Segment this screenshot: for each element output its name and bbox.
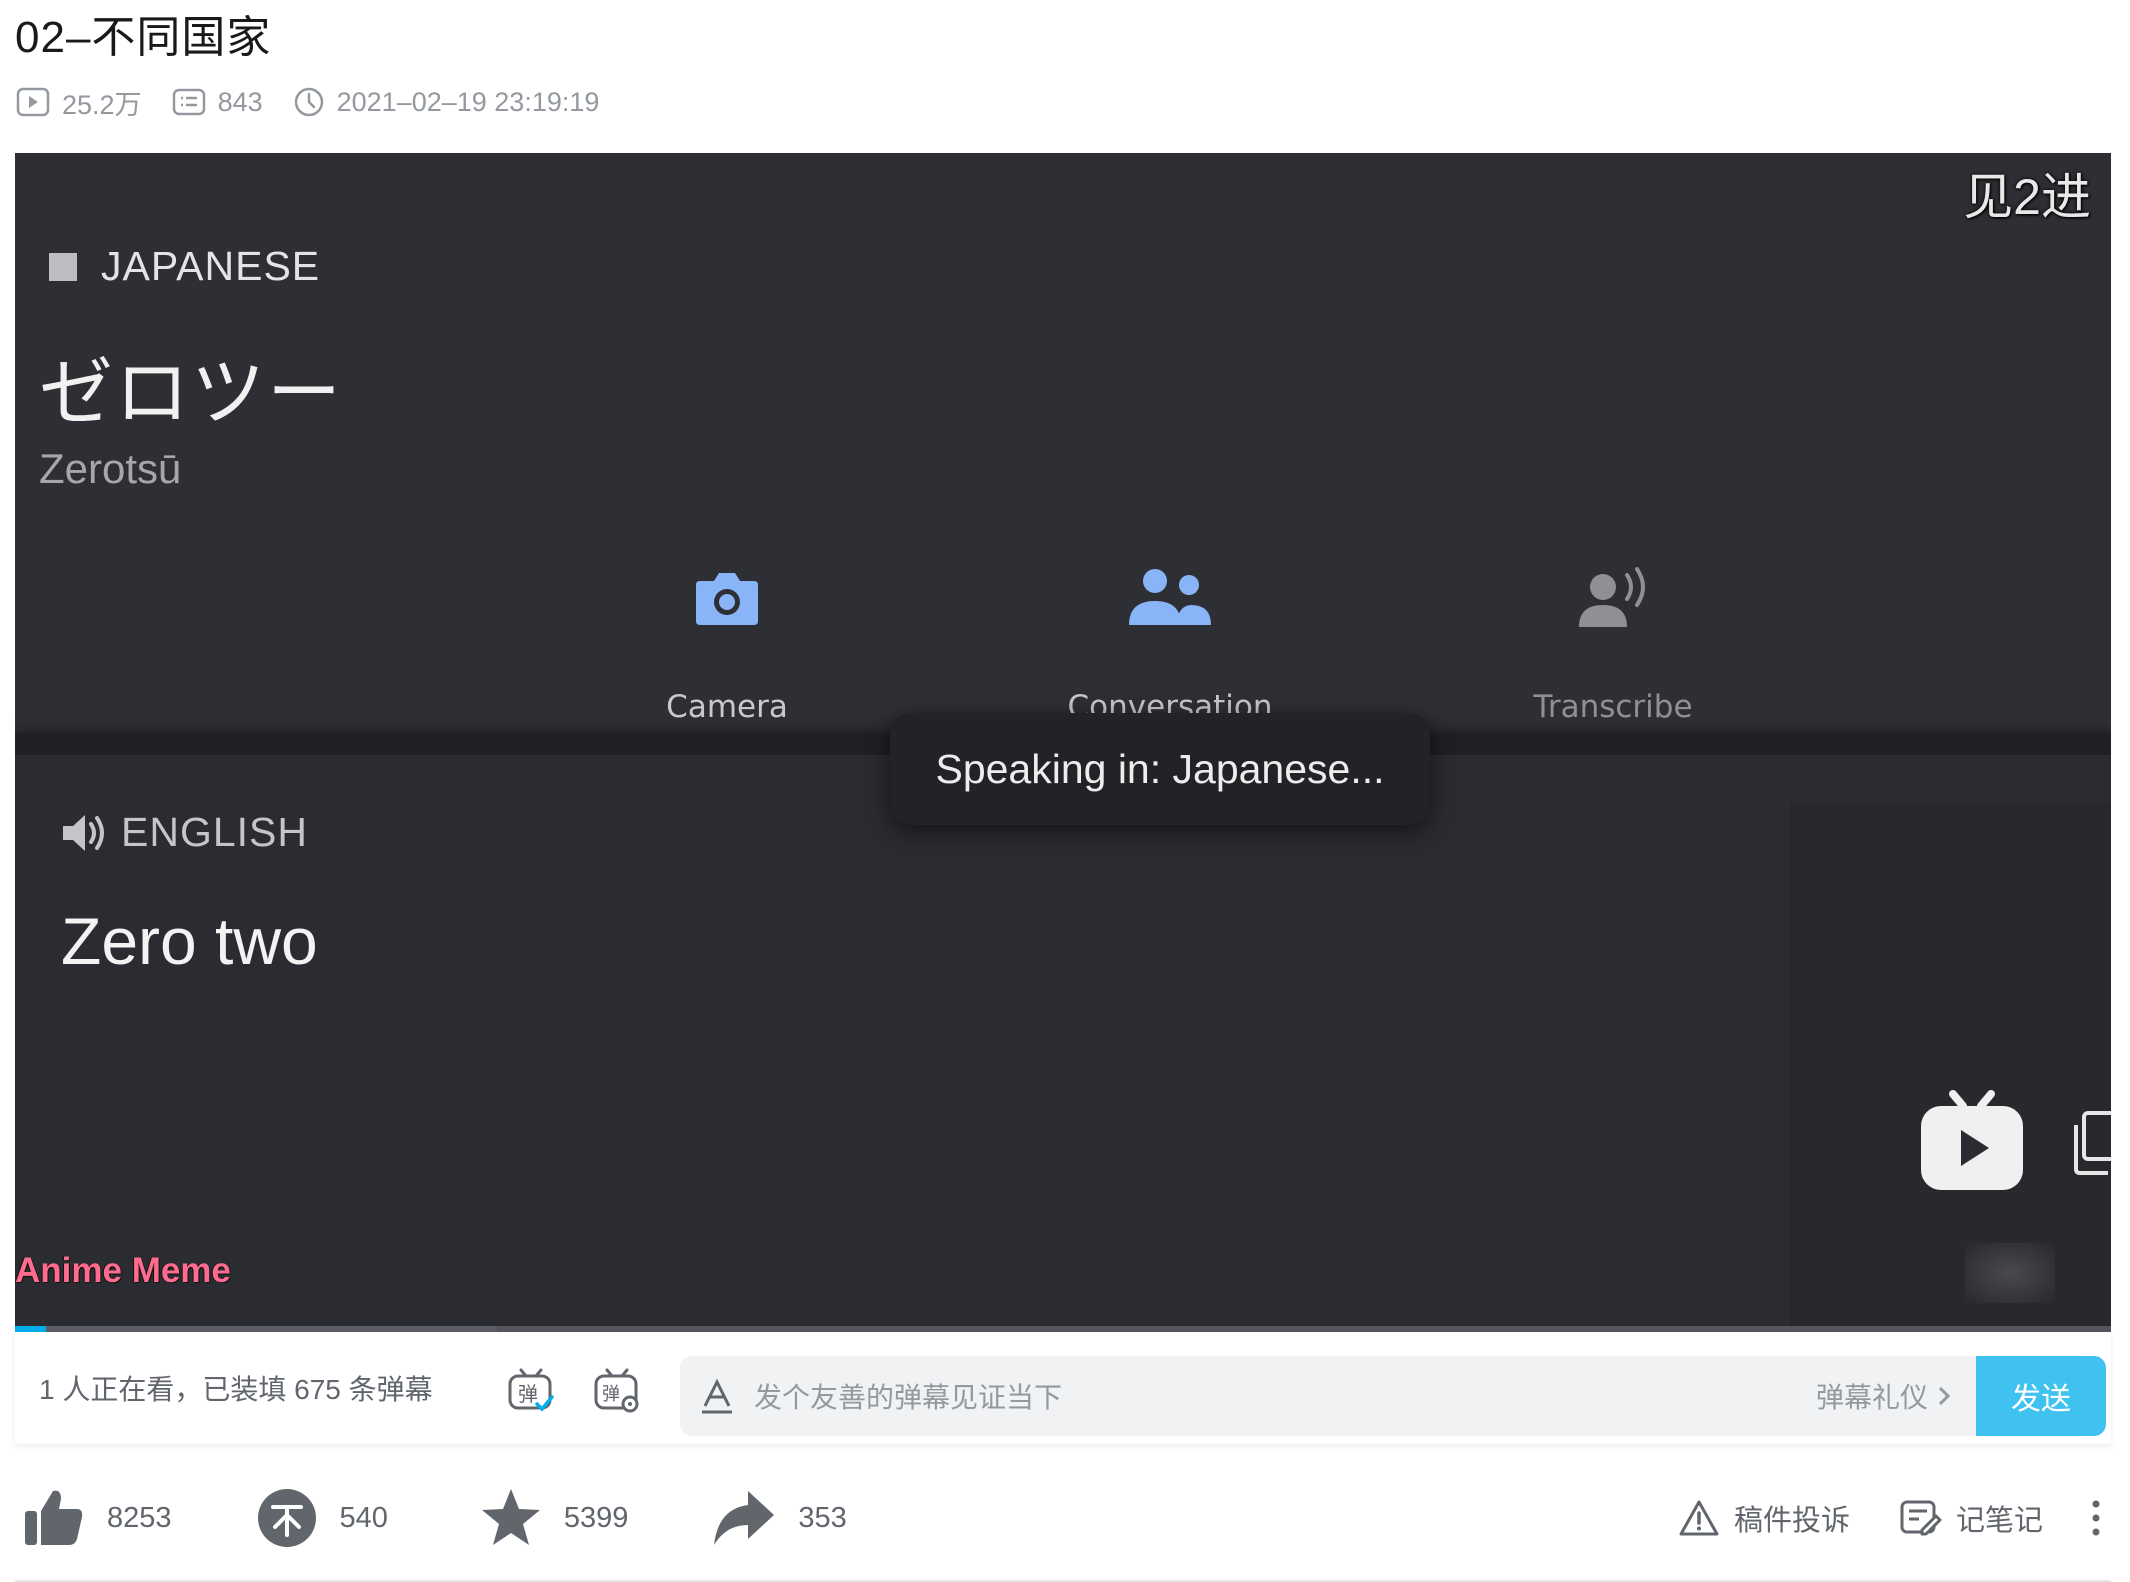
- views-count: 25.2万: [62, 89, 142, 120]
- video-player[interactable]: 见2进 JAPANESE ゼロツー Zerotsū Camera Convers…: [15, 153, 2111, 1329]
- note-button[interactable]: 记笔记: [1900, 1497, 2043, 1539]
- font-style-icon[interactable]: [700, 1378, 734, 1414]
- coin-button[interactable]: 540: [256, 1487, 388, 1549]
- video-title: 02–不同国家: [15, 13, 272, 62]
- video-meta: 25.2万 843 2021–02–19 23:19:19: [16, 82, 629, 122]
- source-language: JAPANESE: [49, 243, 320, 290]
- target-text: Zero two: [61, 904, 318, 978]
- etiquette-label: 弹幕礼仪: [1815, 1382, 1928, 1413]
- like-button[interactable]: 8253: [23, 1487, 172, 1549]
- speaking-toast: Speaking in: Japanese...: [890, 713, 1430, 825]
- play-count-icon: [16, 87, 50, 117]
- danmaku-placeholder: 发个友善的弹幕见证当下: [754, 1382, 1063, 1413]
- share-arrow-icon: [714, 1491, 775, 1545]
- more-vertical-icon: [2092, 1500, 2100, 1536]
- favorite-button[interactable]: 5399: [480, 1487, 629, 1549]
- favorite-count: 5399: [563, 1501, 629, 1534]
- channel-tag: Anime Meme: [15, 1251, 231, 1290]
- source-language-label: JAPANESE: [101, 243, 321, 289]
- coin-count: 540: [339, 1501, 388, 1534]
- danmaku-count: 843: [217, 86, 263, 117]
- chevron-right-icon: [1938, 1386, 1951, 1406]
- publish-time: 2021–02–19 23:19:19: [293, 86, 600, 118]
- transcribe-label: Transcribe: [1533, 689, 1693, 725]
- transcribe-icon: [1579, 567, 1645, 627]
- report-label: 稿件投诉: [1733, 1505, 1850, 1537]
- clock-icon: [294, 87, 323, 117]
- camera-tool: Camera: [597, 553, 857, 725]
- star-icon: [481, 1489, 540, 1545]
- danmaku-count-icon: [172, 88, 205, 116]
- note-icon: [1900, 1500, 1942, 1536]
- conversation-icon: [1129, 569, 1211, 625]
- stop-square-icon: [49, 252, 77, 281]
- like-count: 8253: [107, 1501, 172, 1534]
- target-language: ENGLISH: [61, 809, 308, 856]
- thumbs-up-icon: [25, 1490, 83, 1545]
- video-toolbar: 8253 540 5399 353 稿件投诉 记笔记: [15, 1476, 2111, 1560]
- camera-label: Camera: [666, 689, 788, 725]
- more-button[interactable]: [2091, 1499, 2101, 1537]
- transcribe-tool: Transcribe: [1483, 553, 1743, 725]
- danmaku-bar: 1 人正在看，已装填 675 条弹幕 弹 弹 发个友善的弹幕见证当下 弹幕礼仪 …: [15, 1332, 2111, 1444]
- danmaku-toggle-icon[interactable]: 弹: [507, 1368, 555, 1414]
- report-button[interactable]: 稿件投诉: [1678, 1497, 1850, 1539]
- danmaku-stat: 843: [172, 87, 263, 118]
- publish-date: 2021–02–19 23:19:19: [336, 86, 600, 117]
- svg-text:弹: 弹: [518, 1382, 538, 1406]
- svg-text:弹: 弹: [602, 1384, 620, 1405]
- danmaku-etiquette-link[interactable]: 弹幕礼仪: [1816, 1376, 1954, 1416]
- conversation-tool: Conversation: [1040, 553, 1300, 725]
- share-button[interactable]: 353: [712, 1487, 847, 1549]
- send-danmaku-button[interactable]: 发送: [1976, 1356, 2106, 1436]
- bilibili-tv-logo-icon[interactable]: [1917, 1088, 2027, 1198]
- warning-icon: [1679, 1500, 1719, 1536]
- note-label: 记笔记: [1955, 1505, 2043, 1537]
- views-stat: 25.2万: [16, 83, 142, 122]
- video-watermark: 见2进: [1963, 169, 2091, 225]
- share-count: 353: [798, 1501, 847, 1534]
- coin-icon: [257, 1489, 316, 1547]
- viewer-status: 1 人正在看，已装填 675 条弹幕: [39, 1374, 433, 1405]
- source-text: ゼロツー: [39, 350, 343, 436]
- speaker-icon: [63, 814, 104, 851]
- danmaku-input[interactable]: 发个友善的弹幕见证当下 弹幕礼仪: [680, 1356, 1976, 1436]
- romanization: Zerotsū: [39, 445, 182, 492]
- target-language-label: ENGLISH: [121, 809, 308, 855]
- camera-icon: [696, 573, 758, 625]
- danmaku-settings-icon[interactable]: 弹: [593, 1368, 641, 1414]
- copy-icon[interactable]: [2070, 1111, 2111, 1175]
